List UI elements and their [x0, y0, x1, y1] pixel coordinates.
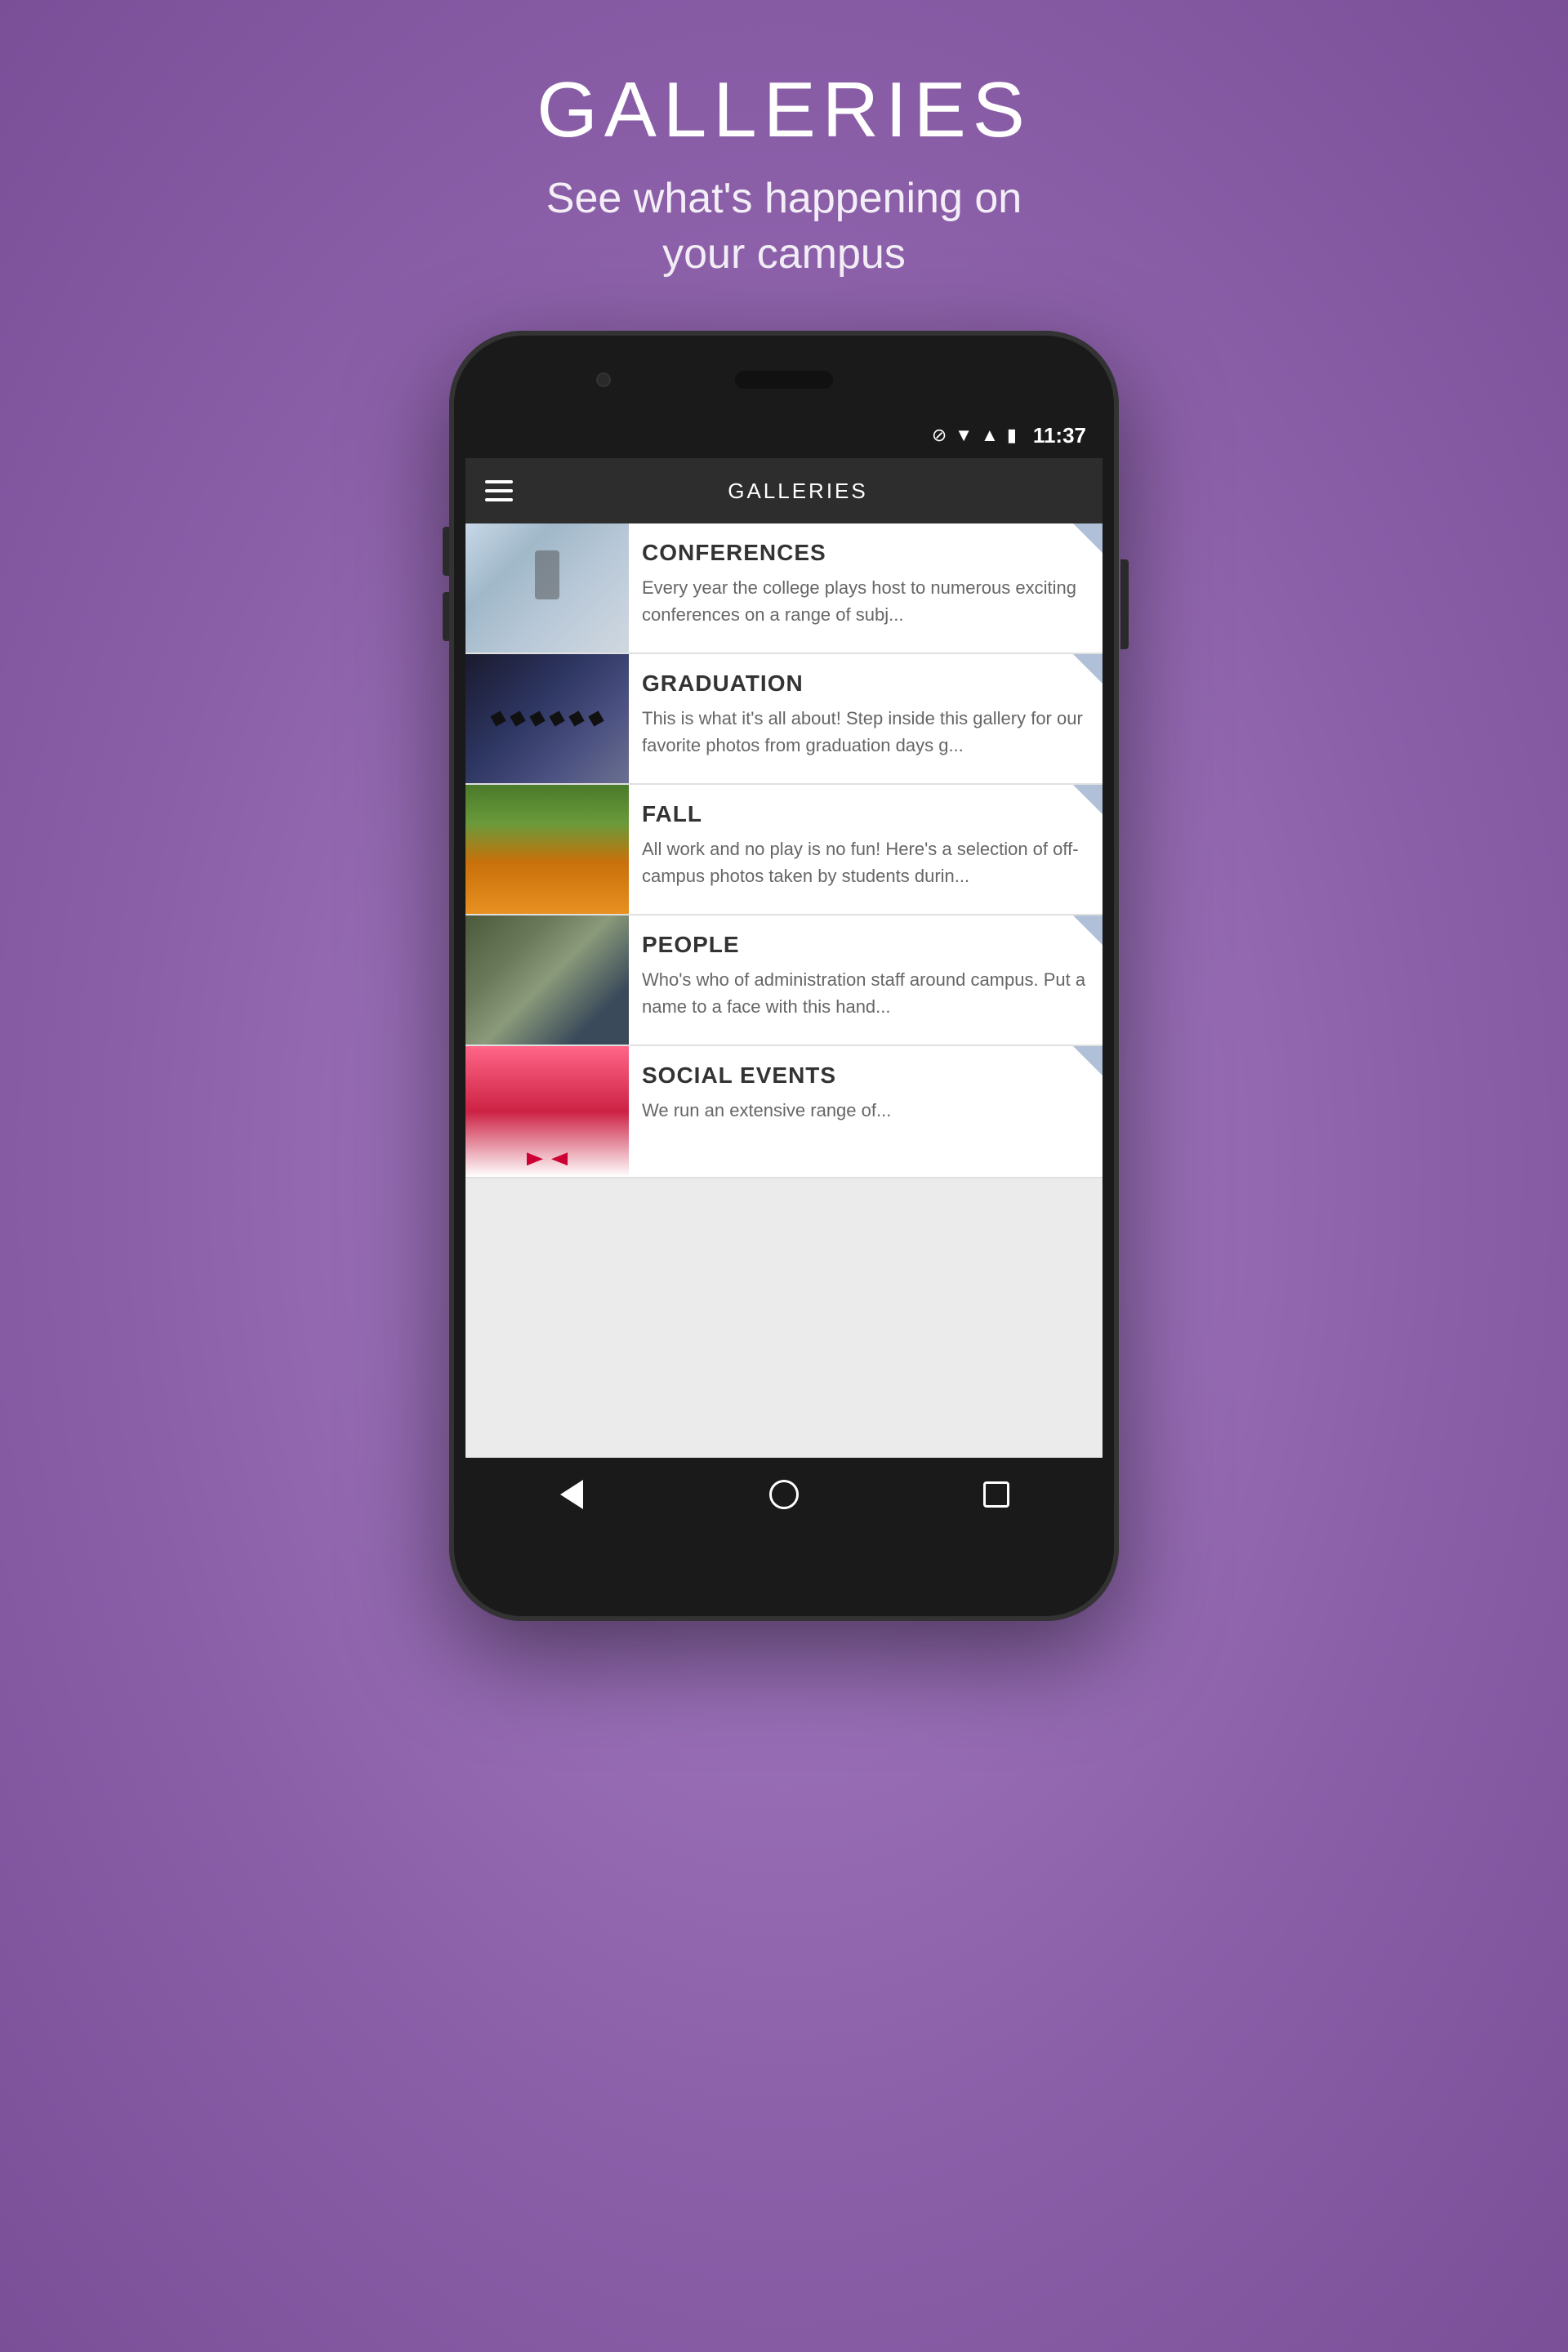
social-events-title: SOCIAL EVENTS: [642, 1062, 1089, 1089]
status-time: 11:37: [1033, 423, 1086, 448]
conferences-description: Every year the college plays host to num…: [642, 574, 1089, 628]
phone-frame: ⊘ ▼ ▲ ▮ 11:37 GALLERIES: [449, 331, 1119, 1621]
app-header-title: GALLERIES: [513, 479, 1083, 504]
page-title: GALLERIES: [537, 65, 1031, 155]
conferences-image: [466, 523, 629, 653]
fall-content: FALL All work and no play is no fun! Her…: [629, 785, 1102, 914]
phone-top-bar: [466, 347, 1102, 412]
phone-bottom-nav: [466, 1458, 1102, 1531]
people-title: PEOPLE: [642, 932, 1089, 958]
fall-description: All work and no play is no fun! Here's a…: [642, 835, 1089, 889]
social-events-description: We run an extensive range of...: [642, 1097, 1089, 1124]
content-list[interactable]: CONFERENCES Every year the college plays…: [466, 523, 1102, 1458]
graduation-image: [466, 654, 629, 783]
social-events-content: SOCIAL EVENTS We run an extensive range …: [629, 1046, 1102, 1177]
fall-title: FALL: [642, 801, 1089, 827]
graduation-content: GRADUATION This is what it's all about! …: [629, 654, 1102, 783]
wifi-icon: ▼: [955, 425, 973, 446]
graduation-description: This is what it's all about! Step inside…: [642, 705, 1089, 759]
signal-icon: ▲: [981, 425, 999, 446]
page-subtitle: See what's happening onyour campus: [537, 172, 1031, 282]
list-item[interactable]: GRADUATION This is what it's all about! …: [466, 654, 1102, 785]
battery-icon: ▮: [1007, 425, 1017, 446]
status-bar: ⊘ ▼ ▲ ▮ 11:37: [466, 412, 1102, 458]
social-events-image: [466, 1046, 629, 1177]
list-item[interactable]: CONFERENCES Every year the college plays…: [466, 523, 1102, 654]
people-content: PEOPLE Who's who of administration staff…: [629, 915, 1102, 1045]
people-description: Who's who of administration staff around…: [642, 966, 1089, 1020]
list-item[interactable]: FALL All work and no play is no fun! Her…: [466, 785, 1102, 915]
people-image: [466, 915, 629, 1045]
graduation-title: GRADUATION: [642, 670, 1089, 697]
fall-image: [466, 785, 629, 914]
conferences-content: CONFERENCES Every year the college plays…: [629, 523, 1102, 653]
page-header: GALLERIES See what's happening onyour ca…: [537, 65, 1031, 282]
nav-recent-button[interactable]: [976, 1474, 1017, 1515]
no-sim-icon: ⊘: [932, 425, 947, 446]
phone-screen: ⊘ ▼ ▲ ▮ 11:37 GALLERIES: [466, 412, 1102, 1531]
app-header: GALLERIES: [466, 458, 1102, 523]
nav-home-button[interactable]: [764, 1474, 804, 1515]
camera: [596, 372, 611, 387]
speaker: [735, 371, 833, 389]
nav-back-button[interactable]: [551, 1474, 592, 1515]
conferences-title: CONFERENCES: [642, 540, 1089, 566]
hamburger-menu-button[interactable]: [485, 480, 513, 501]
list-item[interactable]: PEOPLE Who's who of administration staff…: [466, 915, 1102, 1046]
status-icons: ⊘ ▼ ▲ ▮ 11:37: [932, 423, 1086, 448]
list-item[interactable]: SOCIAL EVENTS We run an extensive range …: [466, 1046, 1102, 1178]
